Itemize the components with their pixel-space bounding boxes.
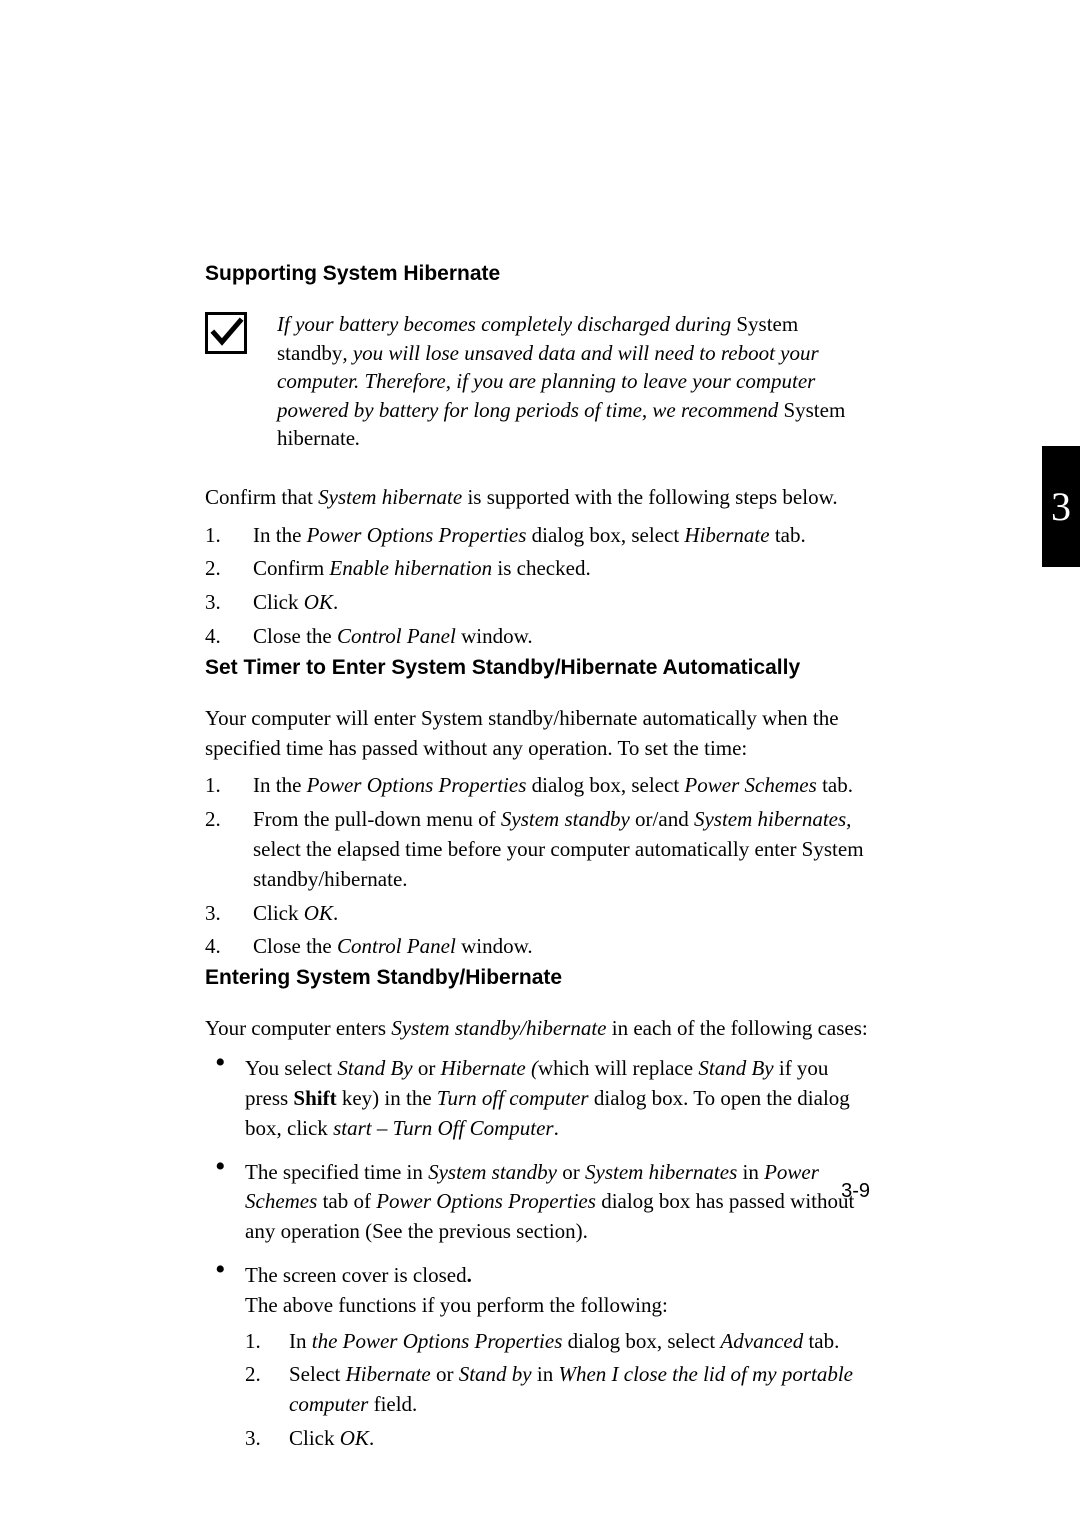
list-item: Click OK. <box>205 899 870 929</box>
list-item: From the pull-down menu of System standb… <box>205 805 870 894</box>
note-text: If your battery becomes completely disch… <box>277 310 870 453</box>
list-item: In the Power Options Properties dialog b… <box>205 521 870 551</box>
timer-intro: Your computer will enter System standby/… <box>205 704 870 764</box>
list-item: Click OK. <box>205 588 870 618</box>
section-heading-supporting: Supporting System Hibernate <box>205 262 870 286</box>
chapter-tab: 3 <box>1042 446 1080 567</box>
list-item: In the Power Options Properties dialog b… <box>245 1327 870 1357</box>
confirm-steps: In the Power Options Properties dialog b… <box>205 521 870 652</box>
page-number: 3-9 <box>841 1180 870 1203</box>
list-item: Confirm Enable hibernation is checked. <box>205 554 870 584</box>
list-item: Click OK. <box>245 1424 870 1454</box>
entering-substeps: In the Power Options Properties dialog b… <box>245 1327 870 1454</box>
list-item: Close the Control Panel window. <box>205 622 870 652</box>
list-item: The specified time in System standby or … <box>205 1158 870 1247</box>
section-heading-entering: Entering System Standby/Hibernate <box>205 966 870 990</box>
section-heading-timer: Set Timer to Enter System Standby/Hibern… <box>205 656 870 680</box>
note-block: If your battery becomes completely disch… <box>205 310 870 453</box>
check-icon <box>205 312 247 354</box>
list-item: Close the Control Panel window. <box>205 932 870 962</box>
list-item: You select Stand By or Hibernate (which … <box>205 1054 870 1143</box>
confirm-intro: Confirm that System hibernate is support… <box>205 483 870 513</box>
chapter-number: 3 <box>1051 483 1071 530</box>
entering-cases: You select Stand By or Hibernate (which … <box>205 1054 870 1454</box>
list-item: Select Hibernate or Stand by in When I c… <box>245 1360 870 1420</box>
list-item: The screen cover is closed. The above fu… <box>205 1261 870 1454</box>
manual-page: 3 Supporting System Hibernate If your ba… <box>0 0 1080 1528</box>
list-item: In the Power Options Properties dialog b… <box>205 771 870 801</box>
entering-intro: Your computer enters System standby/hibe… <box>205 1014 870 1044</box>
timer-steps: In the Power Options Properties dialog b… <box>205 771 870 962</box>
